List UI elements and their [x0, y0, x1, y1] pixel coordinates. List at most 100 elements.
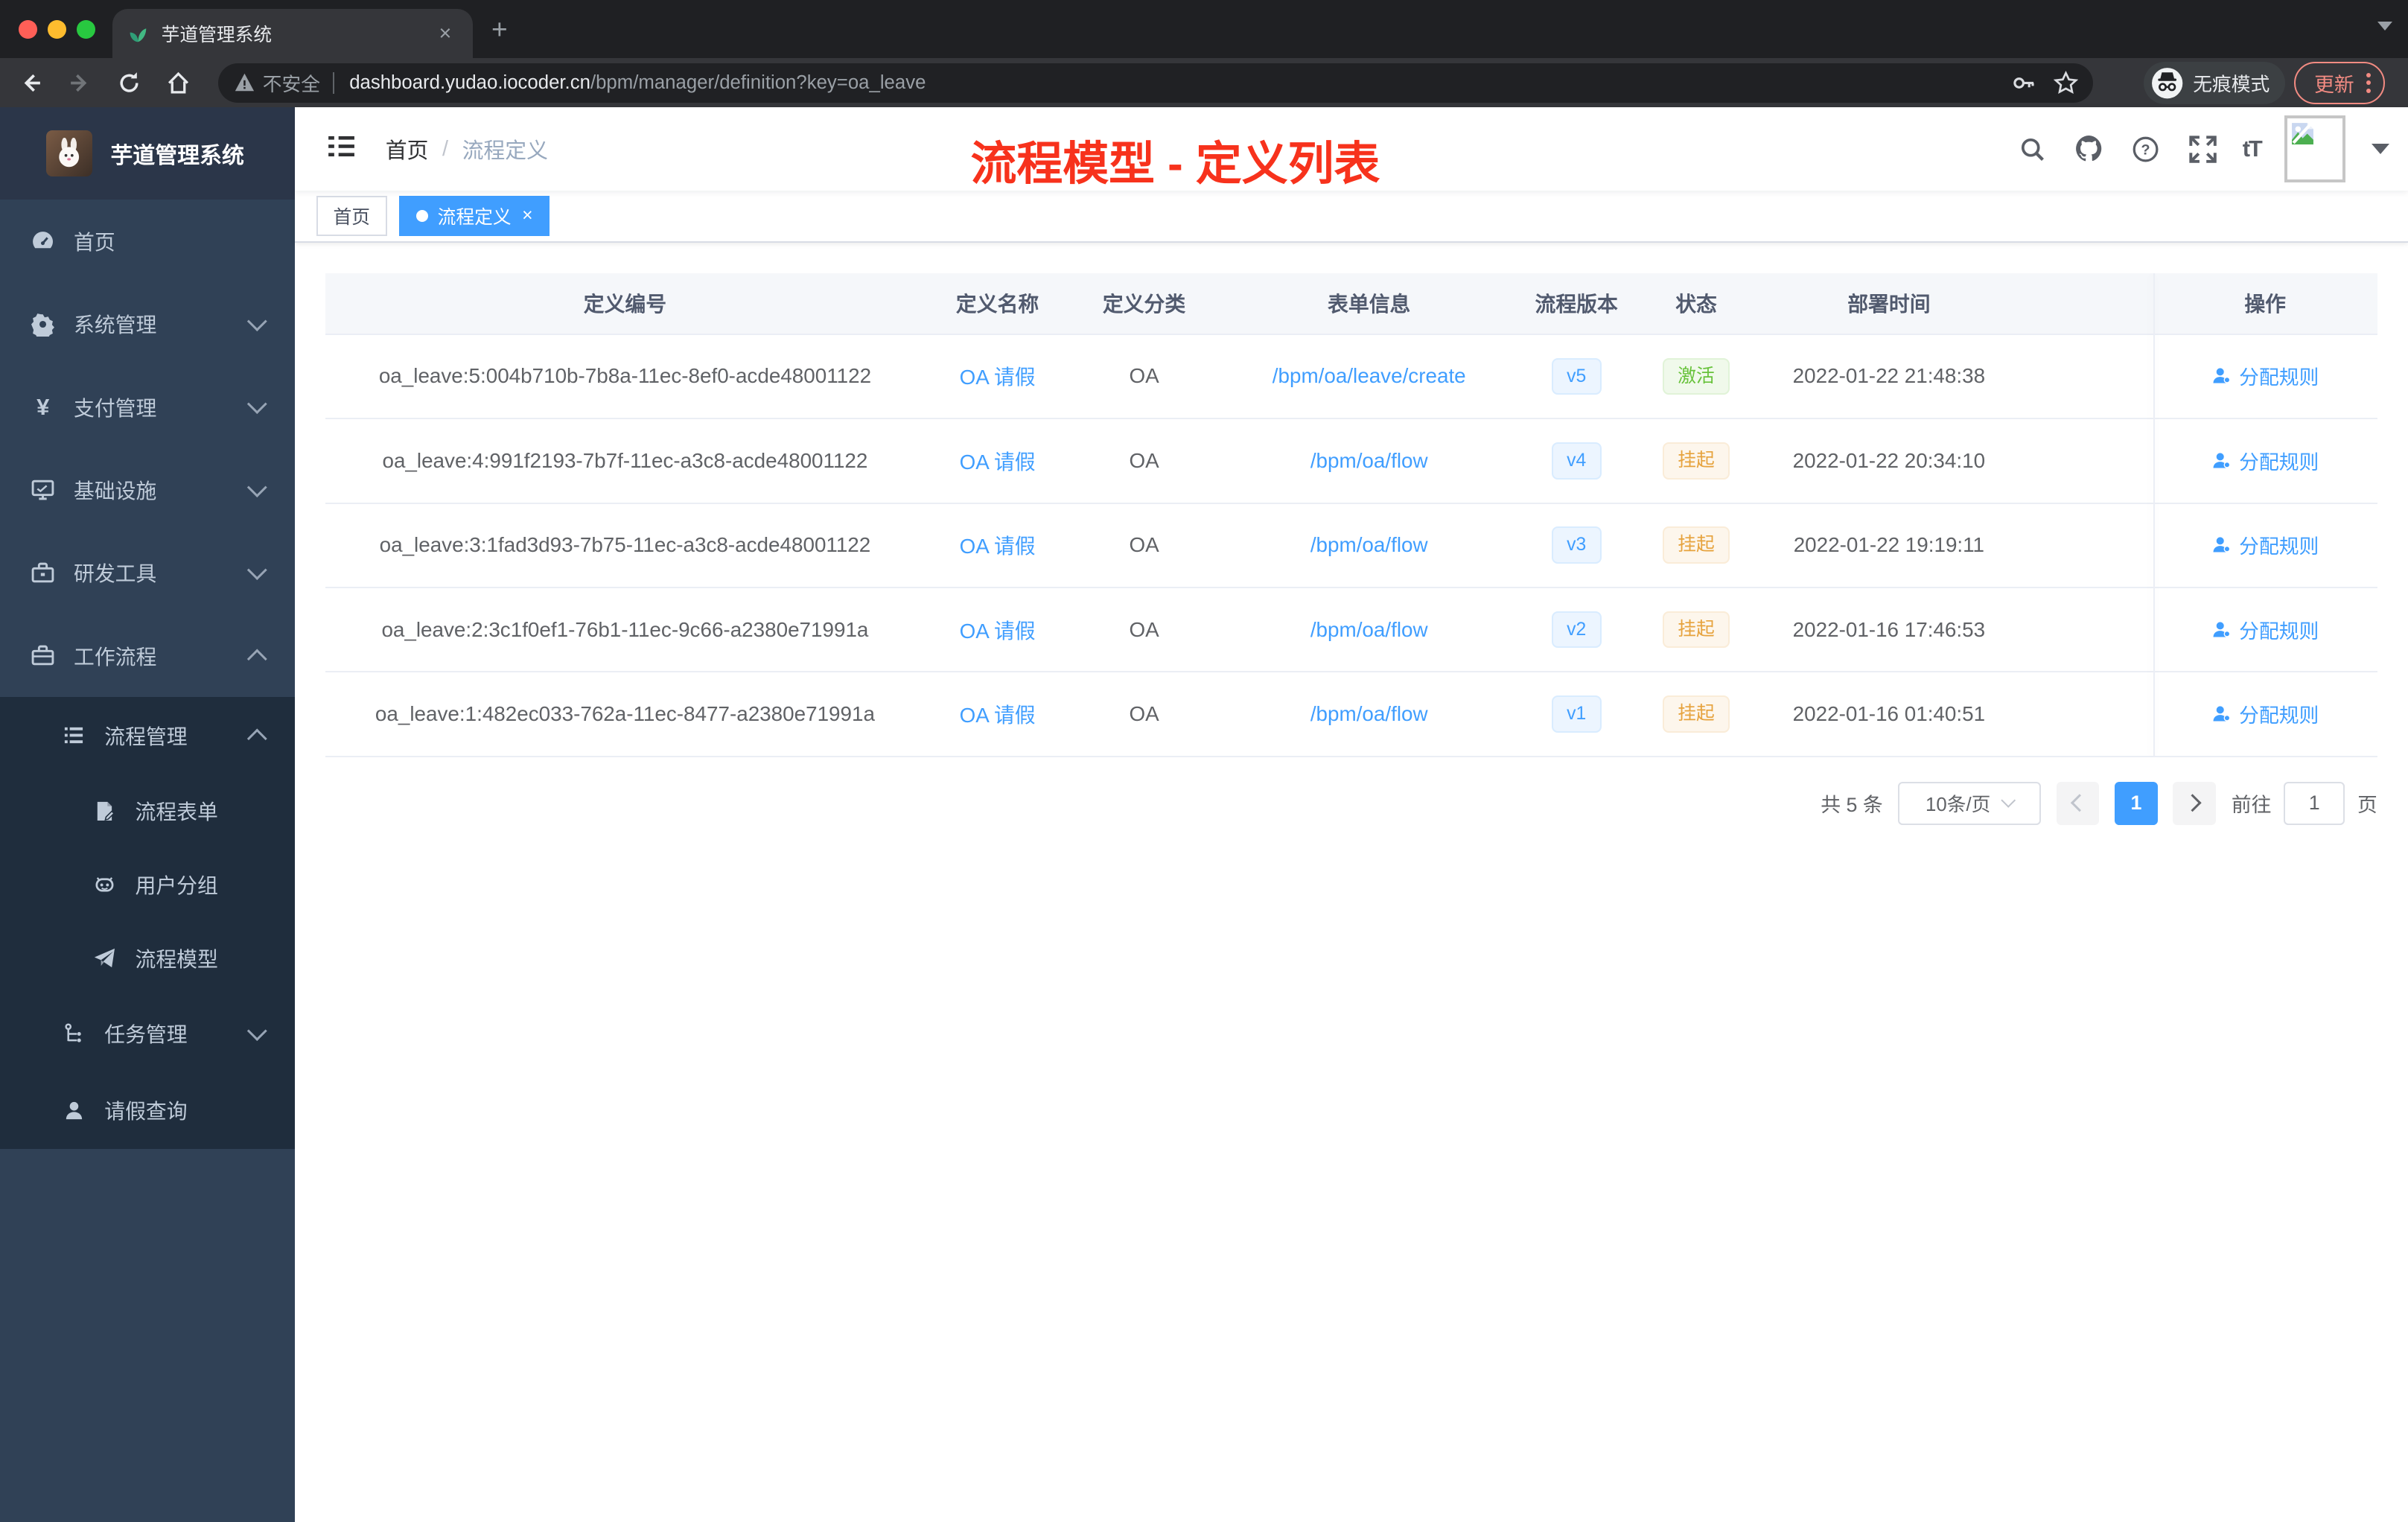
form-link[interactable]: /bpm/oa/flow — [1310, 449, 1428, 472]
version-badge: v2 — [1551, 611, 1602, 649]
back-button[interactable] — [13, 65, 50, 102]
github-icon[interactable] — [2072, 132, 2106, 165]
browser-window: 芋道管理系统 × + 不安全 dashboard.yudao.iocoder.c… — [0, 0, 2408, 1522]
sidebar-item-task-mgmt[interactable]: 任务管理 — [0, 995, 295, 1072]
definition-name-link[interactable]: OA 请假 — [960, 450, 1036, 474]
status-badge: 激活 — [1662, 357, 1730, 395]
reload-button[interactable] — [111, 65, 148, 102]
sidebar-item-home[interactable]: 首页 — [0, 200, 295, 282]
sidebar-item-process-mgmt[interactable]: 流程管理 — [0, 697, 295, 774]
assign-rule-link[interactable]: 分配规则 — [2211, 446, 2319, 475]
chevron-left-icon — [2071, 795, 2089, 812]
tab-title: 芋道管理系统 — [161, 25, 273, 46]
definition-category: OA — [1129, 617, 1159, 641]
tag-close-icon[interactable]: × — [522, 206, 532, 226]
password-key-icon[interactable] — [2012, 71, 2035, 95]
sidebar-item-label: 任务管理 — [104, 1023, 188, 1047]
main-area: 流程模型 - 定义列表 首页 / 流程定义 ? tT 首页 流程定义 × 定义编… — [295, 107, 2408, 1522]
assign-rule-link[interactable]: 分配规则 — [2211, 699, 2319, 728]
sidebar-item-process-form[interactable]: 流程表单 — [0, 774, 295, 848]
goto-page-input[interactable] — [2283, 781, 2345, 825]
form-link[interactable]: /bpm/oa/flow — [1310, 618, 1428, 641]
sidebar-item-label: 流程模型 — [135, 948, 218, 971]
sidebar-logo[interactable]: 芋道管理系统 — [0, 107, 295, 200]
next-page-button[interactable] — [2173, 781, 2217, 825]
list-icon — [62, 724, 86, 747]
assign-rule-label: 分配规则 — [2239, 366, 2319, 389]
address-bar[interactable]: 不安全 dashboard.yudao.iocoder.cn/bpm/manag… — [217, 63, 2094, 104]
col-header-status: 状态 — [1675, 293, 1717, 316]
version-badge: v3 — [1551, 526, 1602, 564]
sidebar-item-leave-query[interactable]: 请假查询 — [0, 1072, 295, 1149]
sidebar-item-payment[interactable]: ¥ 支付管理 — [0, 366, 295, 448]
not-secure-warning-icon — [235, 73, 254, 92]
form-link[interactable]: /bpm/oa/leave/create — [1273, 364, 1466, 387]
browser-tab[interactable]: 芋道管理系统 × — [112, 9, 474, 59]
user-icon — [2213, 368, 2231, 384]
tag-process-definition[interactable]: 流程定义 × — [399, 196, 550, 236]
avatar[interactable] — [2284, 115, 2346, 183]
assign-rule-link[interactable]: 分配规则 — [2211, 615, 2319, 644]
goto-page: 前往 页 — [2232, 781, 2377, 825]
minimize-window-button[interactable] — [47, 19, 66, 39]
sidebar-item-label: 流程表单 — [135, 800, 218, 824]
tab-strip: 芋道管理系统 × + — [0, 0, 2408, 59]
form-link[interactable]: /bpm/oa/flow — [1310, 533, 1428, 556]
tab-search-chevron-icon[interactable] — [2377, 21, 2393, 31]
form-link[interactable]: /bpm/oa/flow — [1310, 702, 1428, 725]
active-tag-dot — [415, 209, 429, 223]
prev-page-button[interactable] — [2056, 781, 2100, 825]
definition-name-link[interactable]: OA 请假 — [960, 620, 1036, 643]
new-tab-button[interactable]: + — [491, 15, 508, 43]
table-row: oa_leave:1:482ec033-762a-11ec-8477-a2380… — [325, 672, 2377, 757]
assign-rule-link[interactable]: 分配规则 — [2211, 530, 2319, 559]
annotation-title: 流程模型 - 定义列表 — [970, 138, 1380, 191]
maximize-window-button[interactable] — [77, 19, 95, 39]
definition-id: oa_leave:1:482ec033-762a-11ec-8477-a2380… — [375, 702, 875, 726]
search-icon[interactable] — [2015, 132, 2048, 165]
tag-label: 首页 — [333, 207, 371, 228]
version-badge: v5 — [1551, 357, 1602, 395]
url-host: dashboard.yudao.iocoder.cn — [349, 71, 590, 93]
col-header-form: 表单信息 — [1328, 293, 1411, 316]
fullscreen-icon[interactable] — [2185, 132, 2219, 165]
update-label[interactable]: 更新 — [2314, 69, 2354, 98]
menu-dots-icon[interactable] — [2366, 72, 2372, 93]
help-icon[interactable]: ? — [2129, 132, 2162, 165]
definition-name-link[interactable]: OA 请假 — [960, 366, 1036, 389]
breadcrumb-separator: / — [442, 136, 448, 161]
tab-close-icon[interactable]: × — [433, 22, 457, 46]
page-number-1[interactable]: 1 — [2115, 781, 2158, 825]
assign-rule-link[interactable]: 分配规则 — [2211, 361, 2319, 390]
incognito-icon — [2151, 67, 2182, 98]
page-size-select[interactable]: 10条/页 — [1898, 781, 2042, 825]
forward-button[interactable] — [62, 65, 99, 102]
menu-fold-icon[interactable] — [319, 125, 364, 173]
sidebar-item-devtools[interactable]: 研发工具 — [0, 532, 295, 614]
sidebar-item-infra[interactable]: 基础设施 — [0, 448, 295, 531]
update-menu-button[interactable]: 更新 — [2294, 61, 2385, 105]
breadcrumb: 首页 / 流程定义 — [386, 134, 548, 165]
assign-rule-label: 分配规则 — [2239, 450, 2319, 474]
home-button[interactable] — [160, 65, 197, 102]
font-size-icon[interactable]: tT — [2243, 136, 2263, 162]
breadcrumb-home[interactable]: 首页 — [386, 134, 429, 165]
definition-id: oa_leave:2:3c1f0ef1-76b1-11ec-9c66-a2380… — [381, 617, 869, 641]
definition-name-link[interactable]: OA 请假 — [960, 535, 1036, 558]
sidebar-item-label: 基础设施 — [74, 479, 157, 503]
security-label[interactable]: 不安全 — [263, 69, 320, 97]
col-header-version: 流程版本 — [1535, 293, 1618, 316]
sidebar-item-workflow[interactable]: 工作流程 — [0, 614, 295, 697]
tag-home[interactable]: 首页 — [316, 196, 387, 236]
bookmark-star-icon[interactable] — [2053, 70, 2078, 95]
sidebar-item-system[interactable]: 系统管理 — [0, 283, 295, 366]
sidebar-filler — [0, 1148, 295, 1522]
avatar-dropdown-caret-icon[interactable] — [2372, 144, 2390, 154]
page-content: 定义编号 定义名称 定义分类 表单信息 流程版本 状态 部署时间 操作 oa_l… — [295, 242, 2408, 1522]
close-window-button[interactable] — [18, 19, 37, 39]
sidebar-item-user-group[interactable]: 用户分组 — [0, 847, 295, 922]
sidebar-item-process-model[interactable]: 流程模型 — [0, 921, 295, 996]
assign-rule-label: 分配规则 — [2239, 704, 2319, 727]
tags-view-bar: 首页 流程定义 × — [295, 190, 2408, 243]
definition-name-link[interactable]: OA 请假 — [960, 704, 1036, 727]
